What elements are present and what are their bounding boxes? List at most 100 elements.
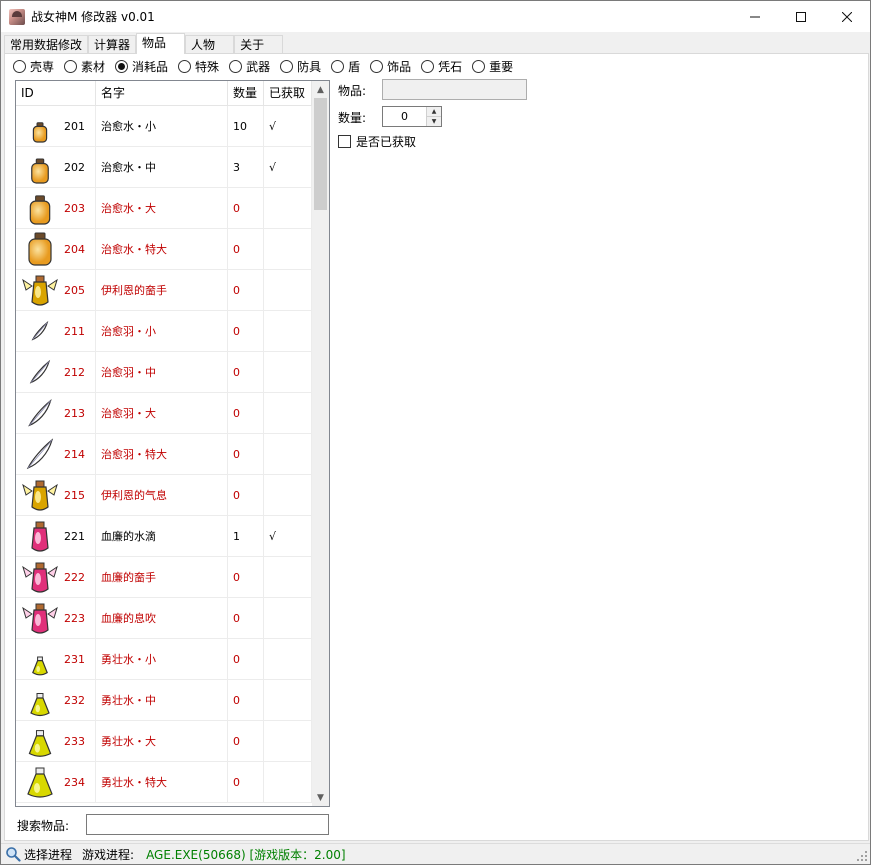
quantity-input[interactable] — [383, 107, 426, 126]
category-radio[interactable]: 饰品 — [370, 58, 411, 75]
tab-calculator[interactable]: 计算器 — [88, 35, 137, 54]
category-radio[interactable]: 武器 — [229, 58, 270, 75]
column-header-qty[interactable]: 数量 — [228, 81, 264, 106]
table-row[interactable]: 233 勇壮水・大 0 — [16, 721, 312, 762]
cell-id: 223 — [16, 598, 96, 639]
table-row[interactable]: 214 治愈羽・特大 0 — [16, 434, 312, 475]
item-name: 勇壮水・小 — [96, 639, 228, 680]
select-process-button[interactable]: 选择进程 — [5, 846, 72, 863]
radio-dot-icon[interactable] — [229, 59, 243, 73]
item-qty: 0 — [228, 721, 264, 762]
cell-id: 232 — [16, 680, 96, 721]
category-radio[interactable]: 防具 — [280, 58, 321, 75]
scroll-down-arrow-icon[interactable]: ▼ — [312, 789, 329, 806]
maximize-button[interactable] — [778, 1, 824, 32]
item-acquired — [264, 598, 312, 639]
list-header: ID 名字 数量 已获取 — [16, 81, 312, 106]
search-input[interactable] — [86, 814, 329, 835]
column-header-acquired[interactable]: 已获取 — [264, 81, 312, 106]
table-row[interactable]: 232 勇壮水・中 0 — [16, 680, 312, 721]
minimize-icon — [750, 16, 760, 17]
acquired-checkbox-row[interactable]: 是否已获取 — [338, 133, 416, 150]
cell-id: 214 — [16, 434, 96, 475]
process-label: 游戏进程: — [82, 847, 135, 862]
table-row[interactable]: 222 血廉的奤手 0 — [16, 557, 312, 598]
cell-id: 203 — [16, 188, 96, 229]
radio-dot-icon[interactable] — [13, 59, 26, 73]
cell-id: 215 — [16, 475, 96, 516]
category-radio-label: 盾 — [348, 59, 361, 74]
table-row[interactable]: 221 血廉的水滴 1 √ — [16, 516, 312, 557]
radio-dot-icon[interactable] — [280, 59, 294, 73]
cell-id: 212 — [16, 352, 96, 393]
tab-about[interactable]: 关于 — [234, 35, 284, 54]
radio-dot-icon[interactable] — [472, 59, 486, 73]
radio-dot-icon[interactable] — [370, 59, 384, 73]
item-qty: 3 — [228, 147, 264, 188]
table-row[interactable]: 201 治愈水・小 10 √ — [16, 106, 312, 147]
radio-dot-icon[interactable] — [178, 59, 192, 73]
column-header-name[interactable]: 名字 — [96, 81, 228, 106]
radio-dot-icon[interactable] — [115, 59, 129, 73]
scroll-thumb[interactable] — [314, 98, 327, 210]
column-header-id[interactable]: ID — [16, 81, 96, 106]
item-list[interactable]: ID 名字 数量 已获取 201 治愈水・小 10 √ 202 治愈水・中 3 √ 203 治愈水… — [15, 80, 330, 807]
item-name: 治愈羽・大 — [96, 393, 228, 434]
spin-up-icon[interactable]: ▲ — [427, 107, 441, 117]
spin-down-icon[interactable]: ▼ — [427, 117, 441, 126]
item-name: 勇壮水・大 — [96, 721, 228, 762]
item-icon — [20, 680, 60, 720]
table-row[interactable]: 204 治愈水・特大 0 — [16, 229, 312, 270]
table-row[interactable]: 215 伊利恩的气息 0 — [16, 475, 312, 516]
item-id: 223 — [64, 611, 85, 625]
category-radio[interactable]: 消耗品 — [115, 58, 168, 75]
category-radio[interactable]: 素材 — [64, 58, 105, 75]
table-row[interactable]: 203 治愈水・大 0 — [16, 188, 312, 229]
category-radio[interactable]: 盾 — [331, 58, 360, 75]
category-radio-label: 凭石 — [438, 59, 463, 74]
item-id: 211 — [64, 324, 85, 338]
window-title: 战女神M 修改器 v0.01 — [31, 10, 155, 24]
status-bar: 选择进程 游戏进程: AGE.EXE(50668) [游戏版本：2.00] — [1, 843, 870, 864]
category-radio[interactable]: 重要 — [472, 58, 513, 75]
item-acquired — [264, 434, 312, 475]
item-acquired — [264, 680, 312, 721]
item-acquired — [264, 762, 312, 803]
minimize-button[interactable] — [732, 1, 778, 32]
cell-id: 205 — [16, 270, 96, 311]
item-icon — [20, 434, 60, 474]
tab-common-data[interactable]: 常用数据修改 — [4, 35, 89, 54]
tab-characters[interactable]: 人物 — [185, 35, 235, 54]
table-row[interactable]: 234 勇壮水・特大 0 — [16, 762, 312, 803]
close-button[interactable] — [824, 1, 870, 32]
category-radio[interactable]: 特殊 — [178, 58, 219, 75]
angel-vial-gold-icon — [22, 275, 58, 306]
tab-items[interactable]: 物品 — [136, 33, 186, 54]
cell-id: 233 — [16, 721, 96, 762]
cell-id: 213 — [16, 393, 96, 434]
table-row[interactable]: 211 治愈羽・小 0 — [16, 311, 312, 352]
table-row[interactable]: 202 治愈水・中 3 √ — [16, 147, 312, 188]
list-scrollbar[interactable]: ▲ ▼ — [312, 81, 329, 806]
maximize-icon — [796, 11, 806, 22]
category-radio-group: 壳専 素材 消耗品 特殊 武器 防具 盾 饰品 凭石 重要 — [13, 57, 523, 75]
item-acquired: √ — [264, 147, 312, 188]
table-row[interactable]: 223 血廉的息吹 0 — [16, 598, 312, 639]
flask-xl-yellow-icon — [27, 767, 53, 798]
category-radio[interactable]: 凭石 — [421, 58, 462, 75]
scroll-up-arrow-icon[interactable]: ▲ — [312, 81, 329, 98]
acquired-checkbox[interactable] — [338, 135, 351, 148]
table-row[interactable]: 213 治愈羽・大 0 — [16, 393, 312, 434]
radio-dot-icon[interactable] — [331, 59, 345, 73]
resize-grip-icon[interactable] — [856, 850, 868, 862]
item-qty: 0 — [228, 352, 264, 393]
item-id: 232 — [64, 693, 85, 707]
radio-dot-icon[interactable] — [64, 59, 78, 73]
item-id: 204 — [64, 242, 85, 256]
table-row[interactable]: 205 伊利恩的奤手 0 — [16, 270, 312, 311]
radio-dot-icon[interactable] — [421, 59, 435, 73]
table-row[interactable]: 212 治愈羽・中 0 — [16, 352, 312, 393]
table-row[interactable]: 231 勇壮水・小 0 — [16, 639, 312, 680]
category-radio[interactable]: 壳専 — [13, 58, 54, 75]
quantity-stepper: ▲ ▼ — [382, 106, 442, 127]
